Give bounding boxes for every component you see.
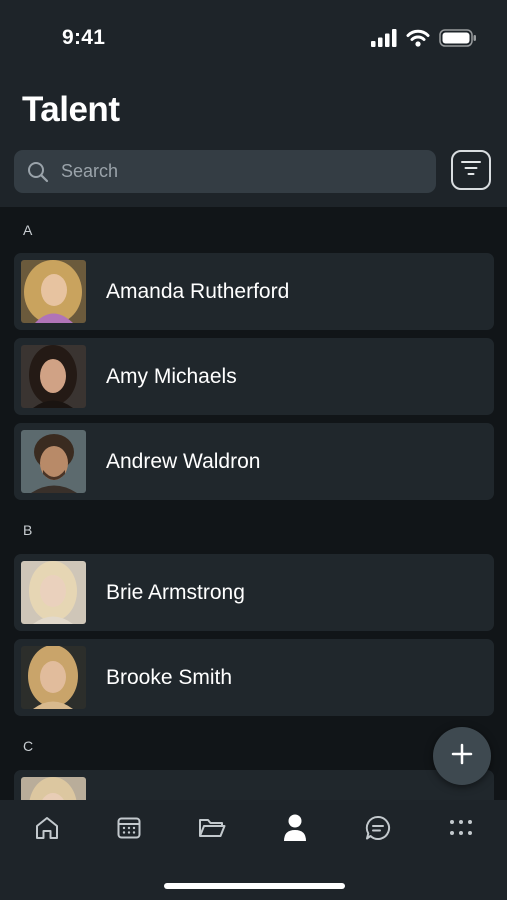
avatar [21, 646, 86, 709]
header: 9:41 Talent Search [0, 0, 507, 207]
contact-name: Brooke Smith [106, 666, 233, 689]
search-icon [27, 161, 49, 183]
tab-talent[interactable] [275, 814, 315, 846]
contact-row[interactable]: Brooke Smith [14, 639, 494, 716]
contact-row[interactable]: Amanda Rutherford [14, 253, 494, 330]
tab-home[interactable] [27, 814, 67, 846]
contact-name: Amanda Rutherford [106, 280, 290, 303]
avatar [21, 430, 86, 493]
contact-row[interactable]: Amy Michaels [14, 338, 494, 415]
avatar [21, 260, 86, 323]
tab-messages[interactable] [358, 814, 398, 846]
section-header-a: A [23, 222, 33, 238]
status-icons [371, 28, 477, 52]
section-header-b: B [23, 522, 33, 538]
tab-more[interactable] [441, 814, 481, 846]
page-title: Talent [22, 90, 120, 129]
contact-name: Brie Armstrong [106, 581, 245, 604]
search-bar[interactable] [14, 150, 436, 193]
folder-icon [198, 816, 226, 845]
tab-folders[interactable] [192, 814, 232, 846]
person-icon [282, 813, 308, 848]
signal-icon [371, 28, 397, 52]
contact-row[interactable]: Brie Armstrong [14, 554, 494, 631]
status-bar: 9:41 [0, 0, 507, 80]
avatar [21, 561, 86, 624]
status-time: 9:41 [62, 26, 106, 49]
home-icon [34, 815, 60, 846]
wifi-icon [406, 29, 430, 52]
filter-button[interactable] [451, 150, 491, 190]
tab-calendar[interactable] [109, 814, 149, 846]
home-indicator [164, 883, 345, 889]
chat-icon [364, 814, 392, 847]
plus-icon [451, 743, 473, 770]
more-icon [449, 819, 473, 842]
add-talent-button[interactable] [433, 727, 491, 785]
filter-icon [461, 160, 481, 181]
contact-name: Amy Michaels [106, 365, 237, 388]
contact-name: Andrew Waldron [106, 450, 261, 473]
battery-icon [439, 28, 477, 52]
contact-row[interactable]: Andrew Waldron [14, 423, 494, 500]
avatar [21, 345, 86, 408]
calendar-icon [116, 815, 142, 846]
section-header-c: C [23, 738, 34, 754]
search-input[interactable] [59, 160, 436, 183]
